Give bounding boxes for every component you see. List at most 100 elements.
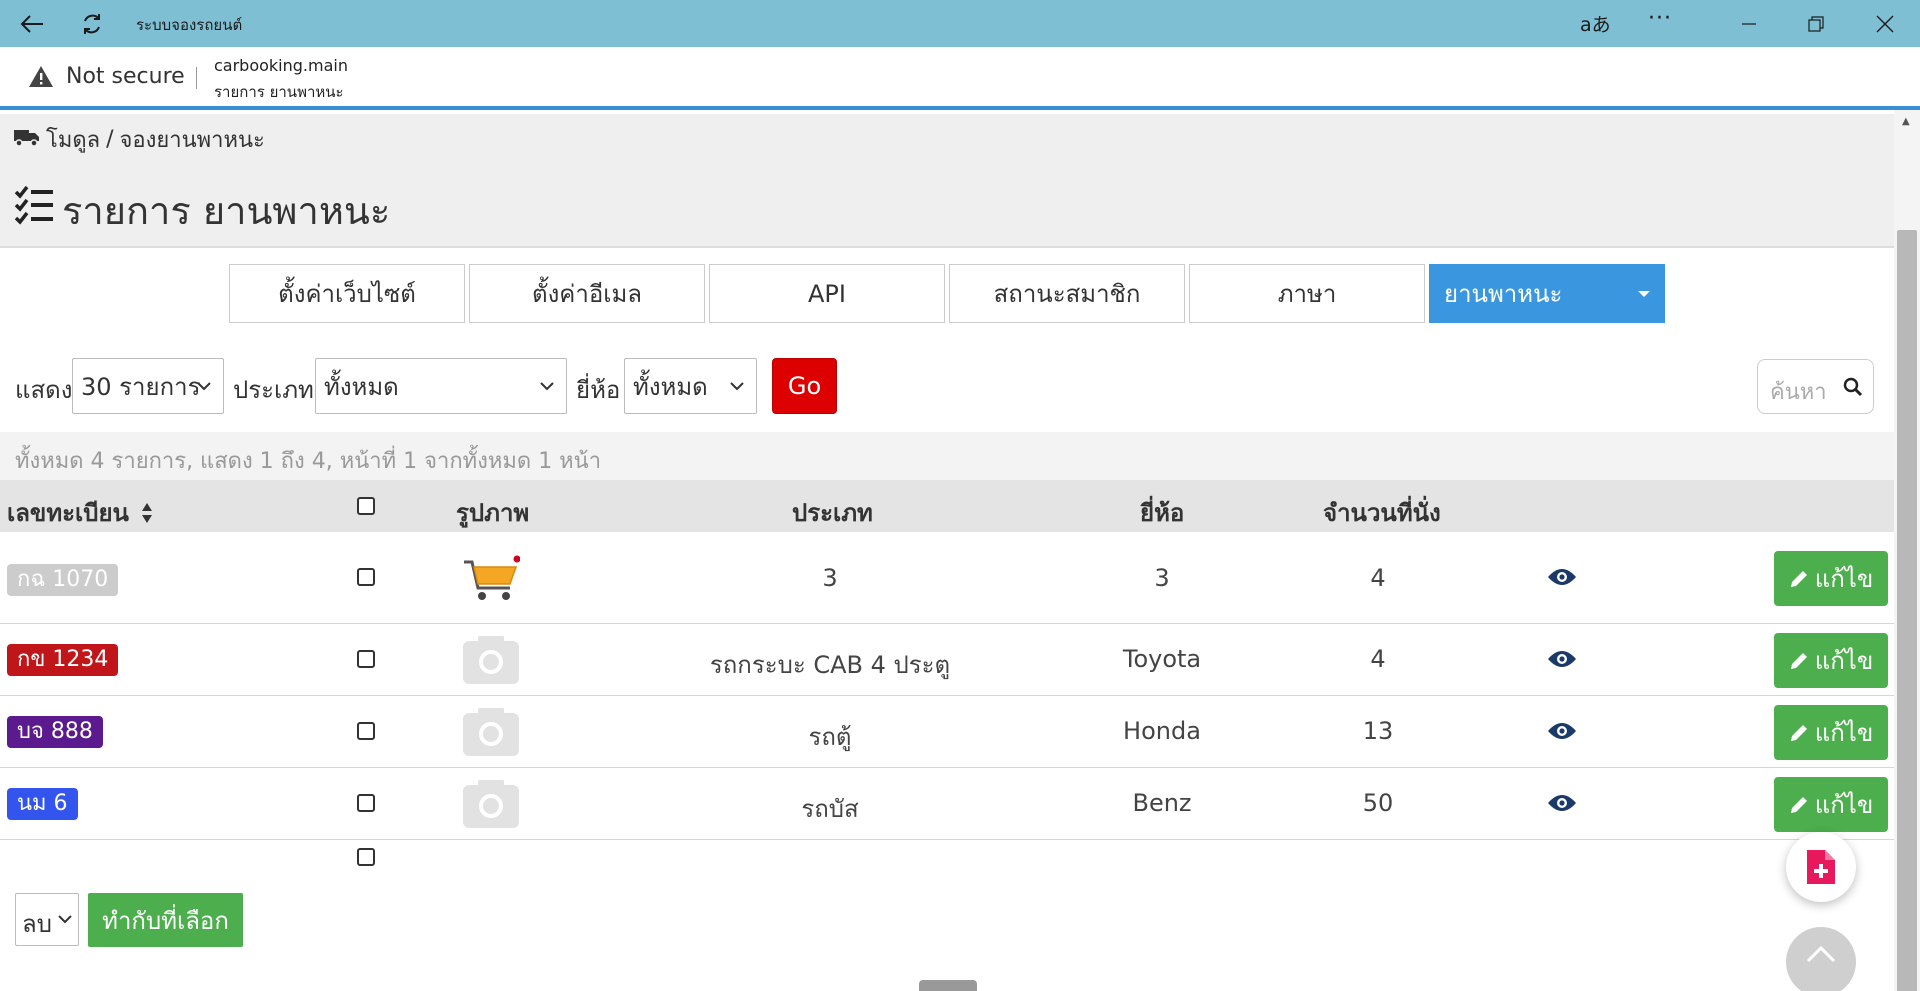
bulk-action-value: ลบ xyxy=(22,910,52,938)
address-bar[interactable]: Not secure carbooking.main รายการ ยานพาห… xyxy=(0,47,1920,110)
address-divider xyxy=(196,67,197,89)
eye-icon[interactable] xyxy=(1547,648,1577,670)
eye-icon[interactable] xyxy=(1547,720,1577,742)
bottom-handle[interactable] xyxy=(919,980,977,991)
breadcrumb-separator: / xyxy=(106,127,114,152)
edit-button[interactable]: แก้ไข xyxy=(1774,633,1888,688)
edit-button[interactable]: แก้ไข xyxy=(1774,777,1888,832)
back-arrow-icon[interactable] xyxy=(18,10,46,38)
edit-button[interactable]: แก้ไข xyxy=(1774,551,1888,606)
camera-placeholder-icon xyxy=(463,708,519,756)
edit-button-label: แก้ไข xyxy=(1814,791,1874,819)
tab-language[interactable]: ภาษา xyxy=(1189,264,1425,323)
eye-icon[interactable] xyxy=(1547,566,1577,588)
cell-type: 3 xyxy=(822,564,838,592)
plate-badge: กข 1234 xyxy=(7,644,119,676)
settings-tabs: ตั้งค่าเว็บไซต์ ตั้งค่าอีเมล API สถานะสม… xyxy=(229,264,1665,323)
cell-seats: 4 xyxy=(1370,564,1386,592)
window-title: ระบบจองรถยนต์ xyxy=(136,16,243,34)
caret-down-icon xyxy=(1638,290,1650,297)
list-check-icon xyxy=(14,185,54,236)
add-new-button[interactable] xyxy=(1786,832,1856,902)
page-title: รายการ ยานพาหนะ xyxy=(14,180,390,241)
type-label: ประเภท xyxy=(233,376,314,404)
page-scrollbar[interactable]: ▲ xyxy=(1894,110,1920,991)
eye-icon[interactable] xyxy=(1547,792,1577,814)
tab-vehicles[interactable]: ยานพาหนะ xyxy=(1429,264,1665,323)
header-plate-label: เลขทะเบียน xyxy=(7,499,129,527)
camera-placeholder-icon xyxy=(463,636,519,684)
brand-select-value: ทั้งหมด xyxy=(633,372,708,401)
edit-button-label: แก้ไข xyxy=(1814,647,1874,675)
row-checkbox[interactable] xyxy=(357,650,375,668)
plate-badge: นม 6 xyxy=(7,788,78,820)
row-checkbox[interactable] xyxy=(357,794,375,812)
breadcrumb-current[interactable]: จองยานพาหนะ xyxy=(120,122,265,157)
chevron-down-icon xyxy=(540,382,554,391)
type-select[interactable]: ทั้งหมด xyxy=(315,358,567,414)
scroll-up-icon[interactable]: ▲ xyxy=(1902,116,1910,127)
apply-selected-button[interactable]: ทำกับที่เลือก xyxy=(88,893,243,947)
url-host[interactable]: carbooking.main xyxy=(214,56,348,75)
table-row: กข 1234 รถกระบะ CAB 4 ประตู Toyota 4 แก้… xyxy=(0,624,1894,696)
tab-api[interactable]: API xyxy=(709,264,945,323)
refresh-icon[interactable] xyxy=(78,10,106,38)
tab-vehicles-label: ยานพาหนะ xyxy=(1444,280,1563,308)
restore-icon[interactable] xyxy=(1802,10,1830,38)
read-aloud-icon[interactable]: aあ xyxy=(1580,10,1611,37)
edit-button-label: แก้ไข xyxy=(1814,719,1874,747)
plate-badge: กฉ 1070 xyxy=(7,564,119,596)
sort-icon[interactable] xyxy=(141,501,153,525)
edit-button[interactable]: แก้ไข xyxy=(1774,705,1888,760)
tab-member-status[interactable]: สถานะสมาชิก xyxy=(949,264,1185,323)
cell-brand: Benz xyxy=(1132,789,1192,817)
warning-icon xyxy=(28,65,54,92)
scroll-to-top-button[interactable] xyxy=(1786,927,1856,991)
cell-brand: Honda xyxy=(1123,717,1201,745)
cell-seats: 4 xyxy=(1370,645,1386,673)
brand-label: ยี่ห้อ xyxy=(576,376,621,404)
search-box[interactable]: ค้นหา xyxy=(1757,359,1874,414)
search-input[interactable]: ค้นหา xyxy=(1770,374,1827,409)
scrollbar-thumb[interactable] xyxy=(1897,230,1917,991)
pencil-icon xyxy=(1790,796,1807,813)
header-seats: จำนวนที่นั่ง xyxy=(1323,499,1441,527)
more-menu-icon[interactable]: ··· xyxy=(1648,6,1672,31)
minimize-icon[interactable] xyxy=(1735,10,1763,38)
chevron-up-icon xyxy=(1806,945,1836,963)
tab-website-settings[interactable]: ตั้งค่าเว็บไซต์ xyxy=(229,264,465,323)
table-header: เลขทะเบียน รูปภาพ ประเภท ยี่ห้อ จำนวนที่… xyxy=(0,480,1894,532)
cell-seats: 13 xyxy=(1362,717,1394,745)
search-icon[interactable] xyxy=(1843,377,1863,397)
close-icon[interactable] xyxy=(1871,10,1899,38)
breadcrumb: โมดูล / จองยานพาหนะ xyxy=(14,122,265,157)
row-checkbox[interactable] xyxy=(357,568,375,586)
camera-placeholder-icon xyxy=(463,780,519,828)
pencil-icon xyxy=(1790,652,1807,669)
cart-image xyxy=(464,555,520,600)
select-all-checkbox[interactable] xyxy=(357,497,375,515)
table-row: บจ 888 รถตู้ Honda 13 แก้ไข xyxy=(0,696,1894,768)
show-count-value: 30 รายการ xyxy=(81,372,201,401)
table-row: นม 6 รถบัส Benz 50 แก้ไข xyxy=(0,768,1894,840)
go-button[interactable]: Go xyxy=(772,358,837,414)
select-all-footer-checkbox[interactable] xyxy=(357,848,375,866)
row-checkbox[interactable] xyxy=(357,722,375,740)
brand-select[interactable]: ทั้งหมด xyxy=(624,358,757,414)
security-status[interactable]: Not secure xyxy=(66,64,185,89)
edit-button-label: แก้ไข xyxy=(1814,565,1874,593)
cell-type: รถกระบะ CAB 4 ประตู xyxy=(709,651,951,679)
plate-badge: บจ 888 xyxy=(7,716,103,748)
breadcrumb-module[interactable]: โมดูล xyxy=(46,122,100,157)
bulk-action-select[interactable]: ลบ xyxy=(15,893,79,946)
cell-type: รถตู้ xyxy=(808,723,852,751)
tab-email-settings[interactable]: ตั้งค่าอีเมล xyxy=(469,264,705,323)
show-count-select[interactable]: 30 รายการ xyxy=(72,358,224,414)
header-image: รูปภาพ xyxy=(456,499,530,527)
pencil-icon xyxy=(1790,724,1807,741)
truck-icon xyxy=(14,127,40,153)
cell-type: รถบัส xyxy=(801,795,859,823)
cell-seats: 50 xyxy=(1362,789,1394,817)
cell-brand: 3 xyxy=(1154,564,1170,592)
header-plate[interactable]: เลขทะเบียน xyxy=(7,493,153,532)
